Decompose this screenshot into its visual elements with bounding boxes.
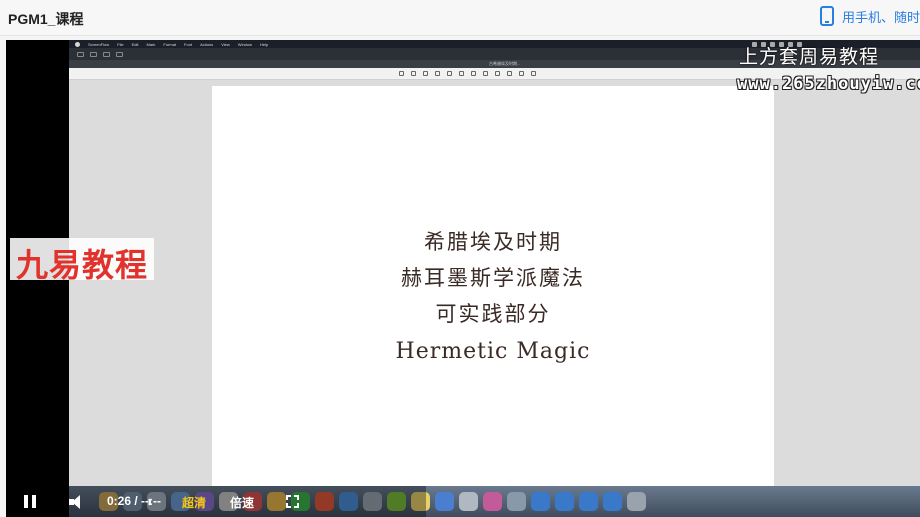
menu-item: Edit xyxy=(131,41,139,47)
watermark-site-cn: 上方套周易教程 xyxy=(739,46,880,68)
speed-button[interactable]: 倍速 xyxy=(230,494,254,511)
doc-line: 赫耳墨斯学派魔法 xyxy=(401,266,585,290)
phone-icon[interactable] xyxy=(819,6,834,26)
doc-name: 古希腊埃及时期... xyxy=(489,61,521,66)
menu-item: Mark xyxy=(146,41,156,47)
volume-icon[interactable] xyxy=(69,494,151,510)
menu-item: View xyxy=(221,41,230,47)
quality-button[interactable]: 超清 xyxy=(182,494,206,511)
pause-icon[interactable] xyxy=(24,495,36,508)
watermark-brand: 九易教程 xyxy=(10,238,155,283)
document-text: 希腊埃及时期 赫耳墨斯学派魔法 可实践部分 Hermetic Magic xyxy=(212,224,774,370)
doc-line: 可实践部分 xyxy=(435,302,551,326)
doc-line: 希腊埃及时期 xyxy=(424,230,562,254)
document-page: 希腊埃及时期 赫耳墨斯学派魔法 可实践部分 Hermetic Magic xyxy=(212,86,774,486)
player-controls: 0:26 / --:-- 超清 倍速 xyxy=(6,486,426,517)
menu-item: Window xyxy=(237,41,253,47)
mobile-link-label[interactable]: 用手机、随时 xyxy=(842,7,920,26)
menu-item: Font xyxy=(184,41,193,47)
fullscreen-icon[interactable] xyxy=(286,495,299,508)
mobile-link[interactable]: 用手机、随时 xyxy=(819,6,920,26)
apple-icon xyxy=(75,41,80,47)
page-title: PGM1_课程 xyxy=(8,11,84,27)
video-player[interactable]: ScreenFlow File Edit Mark Format Font Ac… xyxy=(6,40,920,517)
top-bar: PGM1_课程 用手机、随时 xyxy=(0,0,920,36)
menu-item: Actions xyxy=(200,41,214,47)
menu-item: Format xyxy=(163,41,177,47)
watermark-url: www.265zhouyiw.com xyxy=(737,74,920,94)
menu-item: Help xyxy=(260,41,269,47)
video-frame: ScreenFlow File Edit Mark Format Font Ac… xyxy=(69,40,920,486)
doc-line-english: Hermetic Magic xyxy=(395,339,591,364)
menu-item: File xyxy=(117,41,124,47)
menu-item: ScreenFlow xyxy=(88,41,110,47)
time-display: 0:26 / --:-- xyxy=(107,494,161,508)
